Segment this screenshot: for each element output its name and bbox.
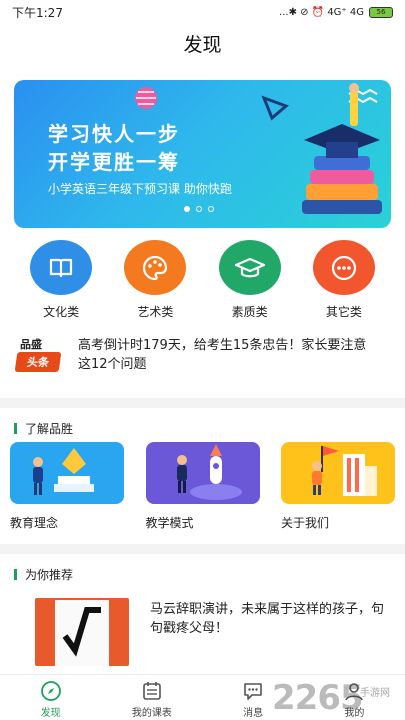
teaching-illustration	[145, 442, 260, 504]
section-title: 了解品胜	[25, 422, 74, 436]
category-culture[interactable]: 文化类	[21, 240, 101, 320]
category-label: 其它类	[325, 305, 362, 319]
tab-label: 消息	[243, 708, 264, 719]
banner-pagination[interactable]	[184, 206, 214, 212]
banner-subtitle: 小学英语三年级下预习课 助你快跑	[48, 182, 232, 196]
category-label: 艺术类	[137, 305, 174, 319]
feature-label: 教学模式	[145, 516, 194, 530]
news-headline[interactable]: 品盛 头条 高考倒计时179天，给考生15条忠告！家长要注意这12个问题	[0, 336, 405, 386]
news-text[interactable]: 高考倒计时179天，给考生15条忠告！家长要注意这12个问题	[78, 336, 378, 374]
palette-icon	[124, 240, 187, 295]
recommend-article-title[interactable]: 马云辞职演讲，未来属于这样的孩子，句句戳疼父母！	[150, 600, 390, 638]
pagination-dot[interactable]	[196, 206, 202, 212]
status-bar: 下午1:27 ...✱ ⊘ ⏰ 4G⁺ 4G 56	[0, 0, 405, 24]
promo-banner[interactable]: 学习快人一步 开学更胜一筹 小学英语三年级下预习课 助你快跑	[14, 80, 391, 228]
status-icons: ...✱ ⊘ ⏰ 4G⁺ 4G 56	[279, 6, 393, 18]
section-accent-bar	[14, 423, 17, 434]
watermark-logo: 2265	[272, 678, 364, 718]
status-time: 下午1:27	[12, 5, 63, 20]
calendar-icon	[141, 680, 163, 702]
section-divider	[0, 398, 405, 408]
category-other[interactable]: 其它类	[304, 240, 384, 320]
news-logo-top: 品盛	[20, 338, 42, 351]
section-title: 为你推荐	[25, 568, 74, 582]
feature-teaching-mode[interactable]: 教学模式	[145, 442, 260, 531]
tab-my-schedule[interactable]: 我的课表	[111, 675, 192, 720]
feature-label: 教育理念	[10, 516, 59, 530]
watermark-subtext: 手游网	[360, 688, 390, 699]
recommend-section-header: 为你推荐	[14, 566, 73, 583]
about-section-header: 了解品胜	[14, 420, 73, 437]
network-indicators: ...✱ ⊘ ⏰ 4G⁺ 4G	[279, 6, 364, 18]
battery-icon: 56	[369, 6, 393, 18]
feature-label: 关于我们	[281, 516, 330, 530]
tab-label: 我的课表	[131, 708, 172, 719]
feature-about-us[interactable]: 关于我们	[281, 442, 395, 531]
graduation-cap-icon	[218, 240, 281, 295]
banner-title-line1: 学习快人一步	[48, 122, 180, 146]
banner-title-line2: 开学更胜一筹	[48, 150, 180, 174]
section-accent-bar	[14, 569, 17, 580]
message-icon	[242, 680, 264, 702]
category-quality[interactable]: 素质类	[210, 240, 290, 320]
category-label: 素质类	[231, 305, 268, 319]
recommend-article-thumbnail[interactable]	[35, 598, 129, 666]
news-logo-bottom: 头条	[14, 352, 62, 372]
category-grid: 文化类 艺术类 素质类 其它类	[0, 240, 405, 320]
pagination-dot[interactable]	[184, 206, 190, 212]
tab-discover[interactable]: 发现	[10, 675, 91, 720]
about-illustration	[281, 442, 395, 504]
section-divider	[0, 544, 405, 554]
category-label: 文化类	[43, 305, 80, 319]
pagination-dot[interactable]	[208, 206, 214, 212]
compass-icon	[40, 680, 62, 702]
more-icon	[312, 240, 375, 295]
feature-education-philosophy[interactable]: 教育理念	[10, 442, 124, 531]
page-title: 发现	[183, 34, 222, 56]
tab-label: 发现	[40, 708, 61, 719]
news-logo: 品盛 头条	[14, 336, 64, 374]
about-features: 教育理念 教学模式 关于我们	[0, 442, 405, 531]
education-illustration	[10, 442, 124, 504]
book-icon	[30, 240, 93, 295]
category-art[interactable]: 艺术类	[115, 240, 195, 320]
